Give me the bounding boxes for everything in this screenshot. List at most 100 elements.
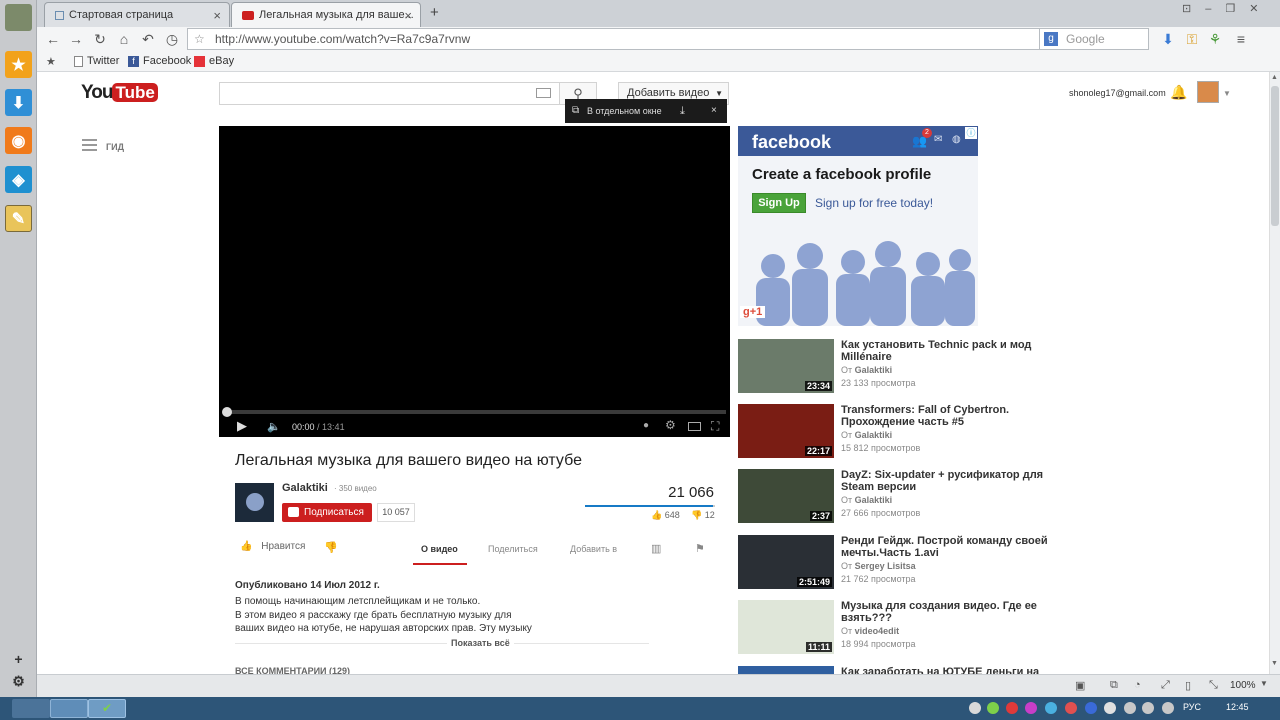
video-thumbnail[interactable]: 22:17 [738, 404, 834, 458]
tray-icon[interactable] [1006, 702, 1018, 714]
scroll-thumb[interactable] [1271, 86, 1279, 226]
download-icon[interactable]: ⬇ [1160, 31, 1176, 47]
video-thumbnail[interactable] [738, 666, 834, 674]
dislike-button[interactable]: 👎 [324, 541, 338, 554]
tray-icon[interactable] [1025, 702, 1037, 714]
bookmark-twitter[interactable]: Twitter [74, 55, 119, 67]
fit-to-width-icon[interactable]: ⤢ [1161, 679, 1170, 692]
related-video-channel[interactable]: От Galaktiki [841, 365, 892, 375]
extension-icon[interactable]: ⚘ [1207, 31, 1223, 47]
play-icon[interactable]: ▶ [237, 418, 247, 434]
scroll-down-icon[interactable]: ▼ [1271, 660, 1278, 667]
battery-icon[interactable] [1162, 702, 1174, 714]
tab-add-to[interactable]: Добавить в [570, 544, 617, 554]
close-tab-icon[interactable]: × [213, 8, 221, 23]
search-engine-box[interactable]: g Google [1039, 28, 1149, 50]
video-thumbnail[interactable]: 2:51:49 [738, 535, 834, 589]
close-tab-icon[interactable]: × [404, 8, 412, 23]
related-video-channel[interactable]: От Galaktiki [841, 495, 892, 505]
undo-icon[interactable]: ↶ [140, 31, 156, 47]
taskbar-app[interactable] [50, 699, 88, 718]
scrubber-handle[interactable] [222, 407, 232, 417]
fullscreen-icon[interactable]: ⛶ [711, 419, 719, 434]
new-tab-button[interactable]: + [430, 4, 439, 21]
bookmark-facebook[interactable]: f Facebook [128, 55, 191, 67]
tray-icon[interactable] [1045, 702, 1057, 714]
related-video-item[interactable]: 23:34 Как установить Technic pack и мод M… [738, 339, 1078, 395]
subscribe-button[interactable]: Подписаться [282, 503, 372, 522]
related-video-item[interactable]: 2:51:49 Ренди Гейдж. Построй команду свое… [738, 535, 1078, 591]
related-video-title[interactable]: Как заработать на ЮТУБЕ деньги на [841, 666, 1051, 674]
youtube-logo[interactable]: You Tube [81, 82, 158, 104]
notifications-bell-icon[interactable]: 🔔 [1170, 84, 1187, 101]
favorites-star-icon[interactable]: ★ [5, 51, 32, 78]
video-thumbnail[interactable]: 2:37 [738, 469, 834, 523]
language-indicator[interactable]: РУС [1183, 702, 1201, 712]
rss-icon[interactable]: ◉ [5, 127, 32, 154]
avatar[interactable] [5, 4, 32, 31]
sync-icon[interactable]: ⧉ [1110, 679, 1118, 692]
address-bar[interactable]: ☆ http://www.youtube.com/watch?v=Ra7c9a7… [187, 28, 1071, 50]
turbo-icon[interactable]: ◔ [1134, 679, 1141, 691]
tab-about[interactable]: О видео [421, 544, 458, 554]
gplus-button[interactable]: g+1 [740, 306, 766, 318]
related-video-title[interactable]: Музыка для создания видео. Где ее взять?… [841, 600, 1051, 624]
window-controls[interactable]: ⊡–❐✕ [1182, 2, 1272, 15]
ad-signup-button[interactable]: Sign Up [752, 193, 806, 213]
related-video-item[interactable]: Как заработать на ЮТУБЕ деньги на [738, 666, 1078, 674]
related-video-item[interactable]: 22:17 Transformers: Fall of Cybertron. Пр… [738, 404, 1078, 460]
guide-menu-icon[interactable] [82, 139, 97, 151]
show-all-button[interactable]: Показать всё [447, 638, 514, 648]
avatar[interactable] [1197, 81, 1219, 103]
tray-icon[interactable] [1065, 702, 1077, 714]
taskbar-explorer[interactable] [12, 699, 50, 718]
keyboard-icon[interactable] [536, 88, 551, 98]
annotations-icon[interactable]: ● [643, 420, 649, 431]
zoom-level[interactable]: 100% [1230, 680, 1256, 691]
download-icon[interactable]: ⤓ [680, 99, 685, 123]
tab-youtube[interactable]: Легальная музыка для ваше... × [231, 2, 421, 27]
related-video-title[interactable]: Как установить Technic pack и мод Millén… [841, 339, 1051, 363]
related-video-title[interactable]: Transformers: Fall of Cybertron. Прохожд… [841, 404, 1051, 428]
taskbar-browser[interactable]: ✔ [88, 699, 126, 718]
like-button[interactable]: 👍 Нравится [240, 541, 305, 552]
volume-icon[interactable] [1142, 702, 1154, 714]
key-icon[interactable]: ⚿ [1184, 31, 1200, 47]
notes-icon[interactable]: ✎ [5, 205, 32, 232]
downloads-icon[interactable]: ⬇ [5, 89, 32, 116]
related-video-title[interactable]: Ренди Гейдж. Построй команду своей мечты… [841, 535, 1051, 559]
chevron-down-icon[interactable]: ▼ [1260, 679, 1268, 688]
video-thumbnail[interactable]: 11:11 [738, 600, 834, 654]
home-icon[interactable]: ⌂ [116, 31, 132, 47]
back-icon[interactable]: ← [45, 31, 61, 47]
bookmarks-star-icon[interactable]: ★ [46, 55, 56, 68]
reload-icon[interactable]: ↻ [92, 31, 108, 47]
related-video-title[interactable]: DayZ: Six-updater + русификатор для Stea… [841, 469, 1051, 493]
stats-icon[interactable]: ▥ [651, 542, 661, 555]
fullscreen-icon[interactable]: ⤡ [1209, 679, 1218, 692]
speed-dial-icon[interactable]: ◈ [5, 166, 32, 193]
bluetooth-icon[interactable] [1085, 702, 1097, 714]
settings-gear-icon[interactable]: ⚙ [665, 418, 676, 432]
channel-avatar[interactable] [235, 483, 274, 522]
video-player[interactable]: ▶ 🔈 00:00 / 13:41 ● ⚙ ⛶ [219, 126, 730, 437]
tray-icon[interactable] [969, 702, 981, 714]
forward-icon[interactable]: → [68, 31, 84, 47]
related-video-channel[interactable]: От video4edit [841, 626, 899, 636]
channel-video-count[interactable]: · 350 видео [334, 484, 377, 493]
related-video-channel[interactable]: От Galaktiki [841, 430, 892, 440]
related-video-item[interactable]: 2:37 DayZ: Six-updater + русификатор для … [738, 469, 1078, 525]
progress-bar[interactable] [223, 410, 726, 414]
theater-mode-icon[interactable] [688, 422, 701, 431]
chevron-down-icon[interactable]: ▼ [1223, 89, 1231, 98]
history-icon[interactable]: ◷ [164, 31, 180, 47]
image-toggle-icon[interactable]: ▣ [1075, 679, 1085, 692]
account-email[interactable]: shonoleg17@gmail.com [1069, 88, 1166, 98]
volume-icon[interactable]: 🔈 [267, 420, 281, 433]
search-input[interactable] [219, 82, 559, 105]
settings-gear-icon[interactable]: ⚙ [5, 668, 32, 695]
report-flag-icon[interactable]: ⚑ [695, 542, 705, 555]
tray-icon[interactable] [1104, 702, 1116, 714]
ad-choices-icon[interactable]: ⓘ [965, 127, 977, 139]
clock[interactable]: 12:45 [1226, 702, 1249, 712]
